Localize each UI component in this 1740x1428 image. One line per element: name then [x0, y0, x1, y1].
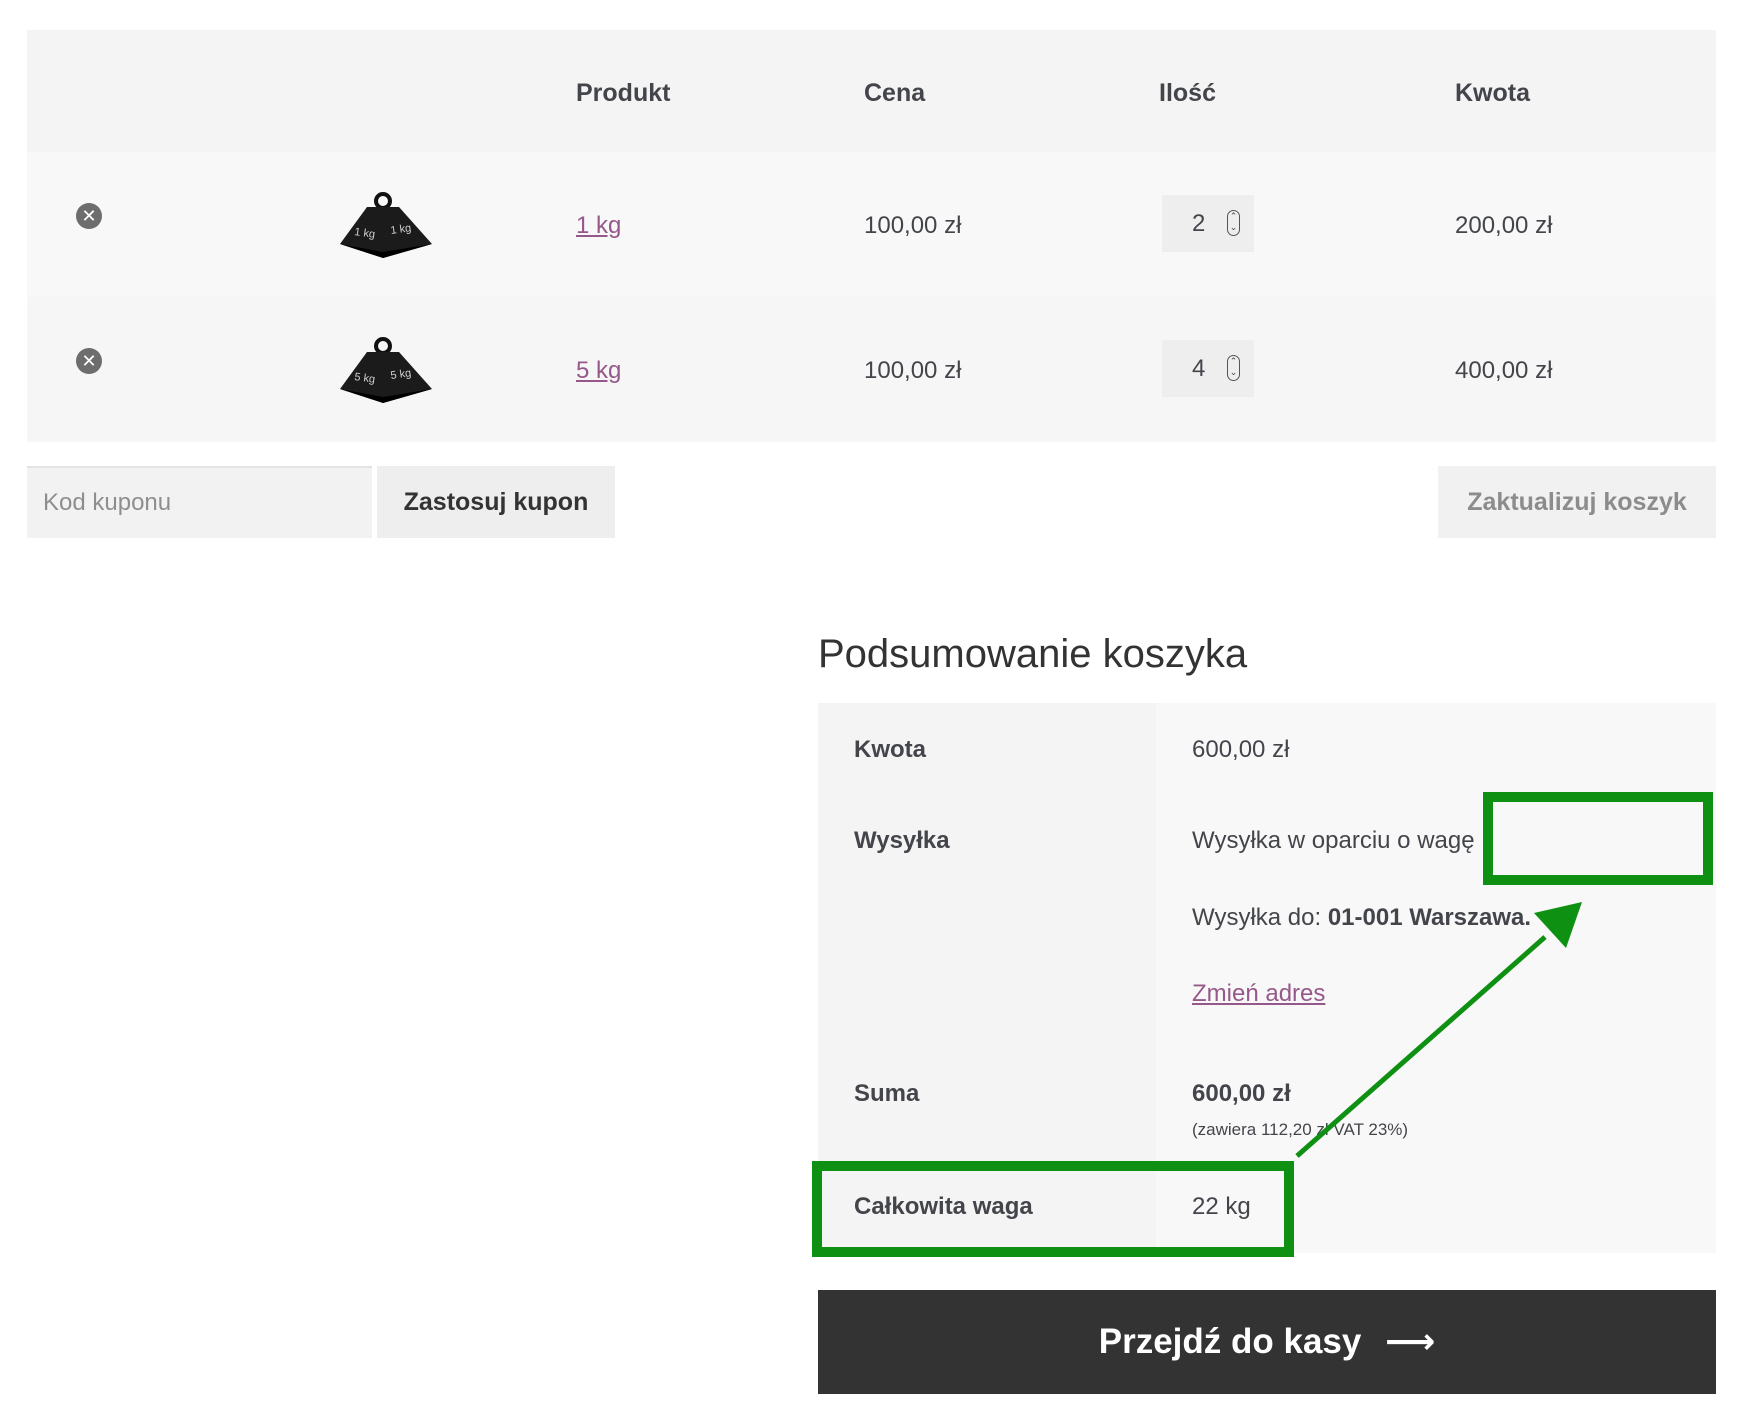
- annotation-arrow-icon: [1295, 902, 1582, 1158]
